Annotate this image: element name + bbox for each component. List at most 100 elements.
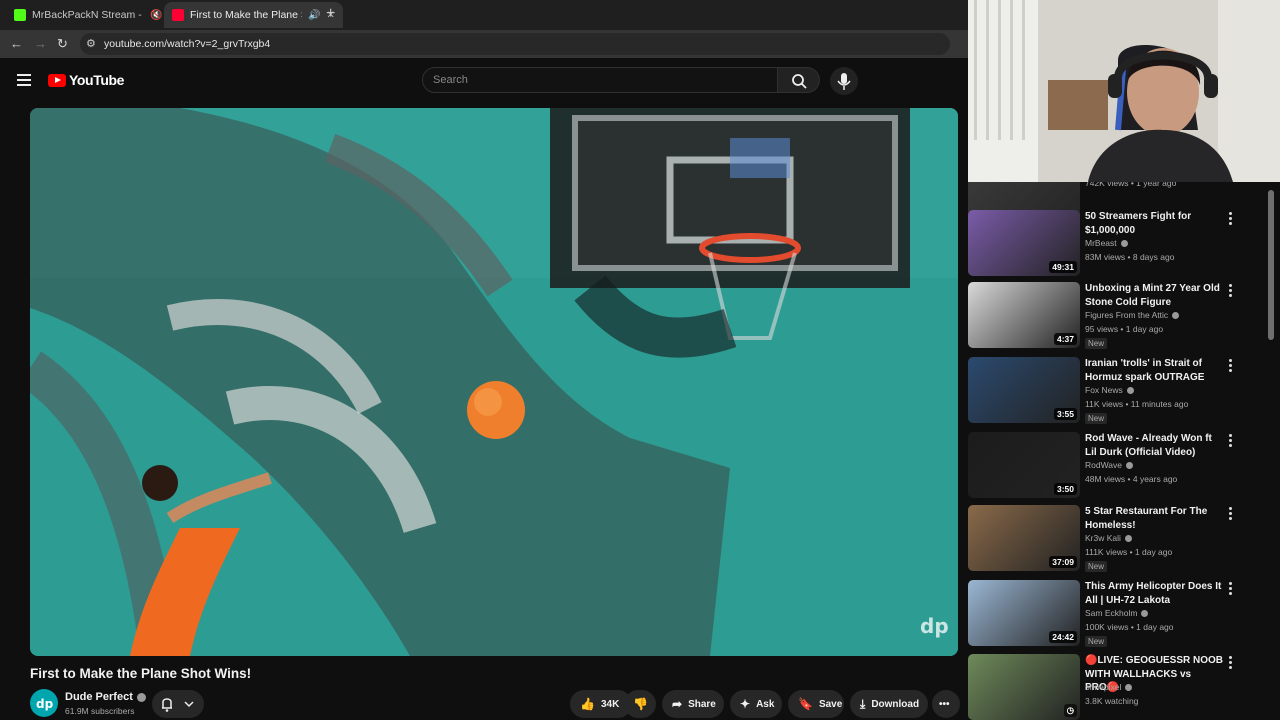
recommendation-thumbnail[interactable]: ◷ [968, 654, 1080, 720]
recommendation-meta: 95 views • 1 day ago [1085, 324, 1164, 334]
speaker-icon[interactable]: 🔊 [308, 10, 320, 21]
recommendation-title[interactable]: 5 Star Restaurant For The Homeless! [1085, 505, 1225, 532]
menu-icon[interactable] [17, 74, 31, 86]
youtube-favicon-icon [172, 9, 184, 21]
verified-icon [1120, 240, 1128, 248]
more-vertical-icon[interactable] [1226, 656, 1234, 670]
recommendation-thumbnail[interactable]: 4:37 [968, 282, 1080, 348]
recommendation-channel-name: ohnepixel [1085, 682, 1122, 692]
new-tab-icon[interactable]: + [326, 5, 335, 23]
youtube-logo[interactable]: YouTube [48, 72, 124, 88]
recommendation-channel[interactable]: Kr3w Kali [1085, 533, 1132, 543]
search-button[interactable] [778, 67, 820, 93]
more-vertical-icon[interactable] [1226, 507, 1234, 521]
recommendation-meta: 48M views • 4 years ago [1085, 474, 1178, 484]
more-vertical-icon[interactable] [1226, 359, 1234, 373]
site-settings-icon[interactable]: ⚙ [86, 37, 96, 50]
recommendations-list: 3:09742K views • 1 year ago49:3150 Strea… [968, 182, 1280, 720]
back-arrow-icon[interactable]: ← [10, 36, 23, 51]
dislike-button[interactable]: 👎 [624, 690, 656, 718]
recommendation-thumbnail[interactable]: 3:55 [968, 357, 1080, 423]
recommendation-title[interactable]: Iranian 'trolls' in Strait of Hormuz spa… [1085, 357, 1225, 384]
recommendation-thumbnail[interactable]: 3:50 [968, 432, 1080, 498]
recommendations-scrollbar[interactable] [1268, 190, 1274, 340]
address-bar[interactable]: ⚙ youtube.com/watch?v=2_grvTrxgb4 [80, 33, 950, 55]
duration-badge: 37:09 [1049, 556, 1077, 568]
logo-text: YouTube [69, 72, 125, 88]
video-player[interactable]: dp [30, 108, 958, 656]
muted-speaker-icon[interactable]: 🔇 [150, 10, 162, 21]
more-actions-button[interactable]: ••• [932, 690, 960, 718]
recommendation-channel[interactable]: Figures From the Attic [1085, 310, 1180, 320]
more-vertical-icon[interactable] [1226, 434, 1234, 448]
recommendation-item[interactable]: 4:37 Unboxing a Mint 27 Year Old Stone Co… [968, 282, 1280, 352]
channel-avatar[interactable]: dp [30, 689, 58, 717]
recommendation-title[interactable]: Rod Wave - Already Won ft Lil Durk (Offi… [1085, 432, 1225, 459]
recommendation-channel-name: Fox News [1085, 385, 1123, 395]
recommendation-item[interactable]: 3:50 Rod Wave - Already Won ft Lil Durk (… [968, 432, 1280, 502]
recommendation-thumbnail[interactable]: 37:09 [968, 505, 1080, 571]
video-frame: dp [30, 108, 958, 656]
recommendation-meta: 83M views • 8 days ago [1085, 252, 1175, 262]
duration-badge: 3:50 [1053, 483, 1077, 495]
bookmark-icon: 🔖 [798, 697, 813, 711]
more-vertical-icon[interactable] [1226, 212, 1234, 226]
search-icon [792, 74, 807, 89]
like-button[interactable]: 👍 34K [570, 690, 632, 718]
ask-button[interactable]: ✦ Ask [730, 690, 782, 718]
recommendation-thumbnail[interactable]: 24:42 [968, 580, 1080, 646]
reload-icon[interactable]: ↻ [57, 36, 68, 52]
browser-tab-youtube[interactable]: First to Make the Plane Sho 🔊 ✕ [164, 2, 343, 28]
recommendation-title[interactable]: This Army Helicopter Does It All | UH-72… [1085, 580, 1225, 607]
recommendation-item[interactable]: 49:31 50 Streamers Fight for $1,000,000 Mr… [968, 210, 1280, 280]
recommendation-thumbnail[interactable]: 49:31 [968, 210, 1080, 276]
watch-later-icon[interactable]: ◷ [1063, 704, 1077, 717]
channel-name-text: Dude Perfect [65, 691, 133, 703]
recommendation-channel-name: Figures From the Attic [1085, 310, 1169, 320]
subscriber-count: 61.9M subscribers [65, 706, 135, 716]
verified-icon [136, 692, 146, 702]
verified-icon [1124, 535, 1132, 543]
more-vertical-icon[interactable] [1226, 284, 1234, 298]
kick-favicon-icon [14, 9, 26, 21]
recommendation-channel[interactable]: Sam Eckholm [1085, 608, 1149, 618]
recommendation-channel[interactable]: ohnepixel [1085, 682, 1133, 692]
video-title: First to Make the Plane Shot Wins! [30, 666, 252, 681]
browser-tabstrip: MrBackPackN Stream - Wa 🔇 ✕ First to Mak… [0, 0, 968, 30]
save-button[interactable]: 🔖 Save [788, 690, 844, 718]
recommendation-channel[interactable]: RodWave [1085, 460, 1134, 470]
browser-tab-kick[interactable]: MrBackPackN Stream - Wa 🔇 ✕ [6, 2, 185, 28]
more-vertical-icon[interactable] [1226, 582, 1234, 596]
download-button[interactable]: ⤓ Download [850, 690, 928, 718]
recommendation-item[interactable]: ◷ 🔴LIVE: GEOGUESSR NOOB WITH WALLHACKS vs… [968, 654, 1280, 720]
bell-icon [162, 698, 194, 712]
more-horizontal-icon: ••• [939, 698, 950, 710]
recommendation-meta: 742K views • 1 year ago [1085, 182, 1177, 188]
thumbs-down-icon: 👎 [633, 697, 648, 711]
search-input[interactable]: Search [422, 67, 778, 93]
forward-arrow-icon[interactable]: → [34, 36, 47, 51]
share-label: Share [688, 698, 716, 710]
recommendation-item[interactable]: 3:55 Iranian 'trolls' in Strait of Hormuz… [968, 357, 1280, 427]
recommendation-item[interactable]: 37:09 5 Star Restaurant For The Homeless!… [968, 505, 1280, 575]
verified-icon [1172, 312, 1180, 320]
recommendation-item[interactable]: 24:42 This Army Helicopter Does It All | … [968, 580, 1280, 650]
recommendation-channel-name: RodWave [1085, 460, 1123, 470]
notification-button[interactable] [152, 690, 204, 718]
verified-icon [1126, 387, 1134, 395]
duration-badge: 24:42 [1049, 631, 1077, 643]
recommendation-channel[interactable]: Fox News [1085, 385, 1134, 395]
recommendation-channel[interactable]: MrBeast [1085, 238, 1128, 248]
duration-badge: 49:31 [1049, 261, 1077, 273]
webcam-overlay [968, 0, 1280, 182]
recommendation-title[interactable]: 50 Streamers Fight for $1,000,000 [1085, 210, 1225, 237]
channel-name[interactable]: Dude Perfect [65, 691, 146, 703]
recommendation-title[interactable]: Unboxing a Mint 27 Year Old Stone Cold F… [1085, 282, 1225, 309]
thumbs-up-icon: 👍 [580, 697, 595, 711]
new-badge: New [1085, 338, 1108, 349]
dude-perfect-watermark: dp [920, 614, 949, 638]
new-badge: New [1085, 636, 1108, 647]
voice-search-button[interactable] [830, 67, 858, 95]
streamer-webcam-image [968, 0, 1280, 182]
share-button[interactable]: ➦ Share [662, 690, 724, 718]
